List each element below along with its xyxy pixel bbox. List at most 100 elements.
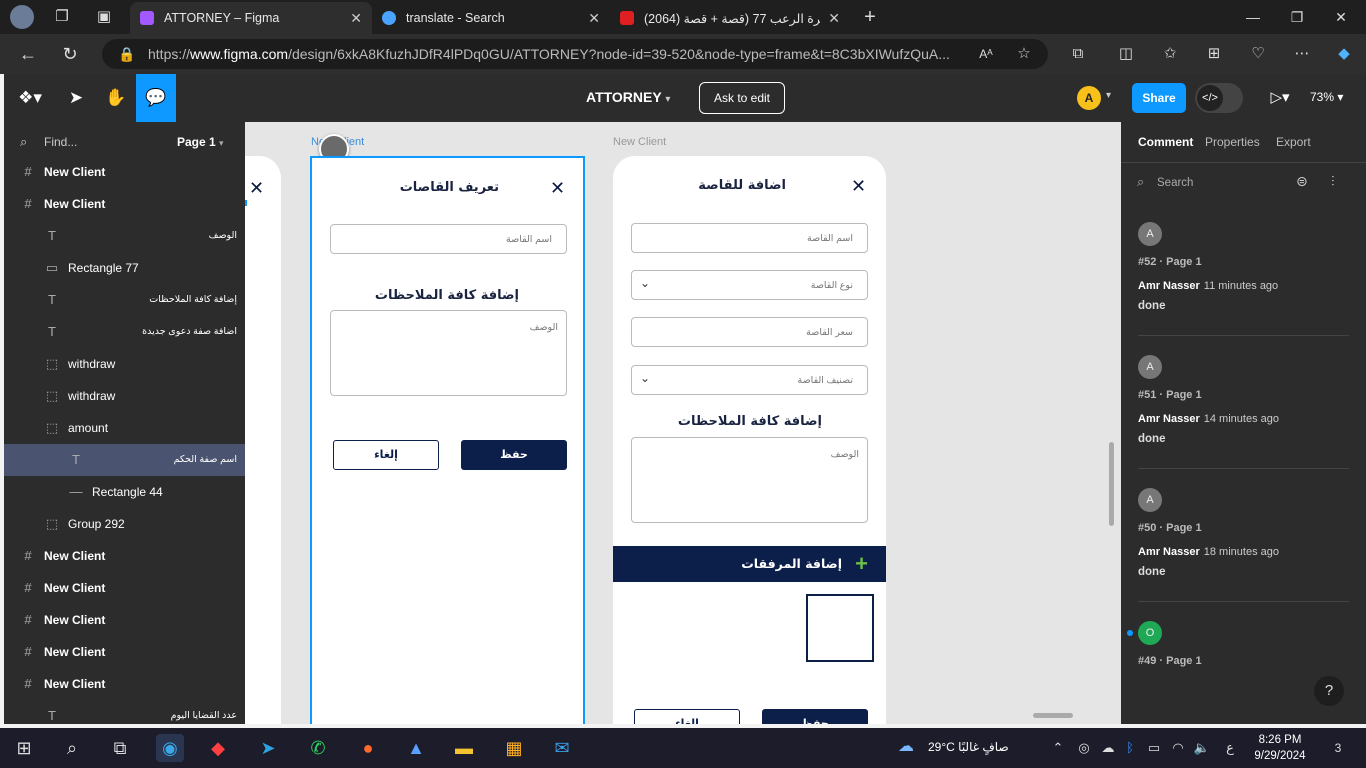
layer-row[interactable]: ⬚ Group 292 bbox=[4, 508, 245, 540]
layer-row[interactable]: # New Client bbox=[4, 572, 245, 604]
tab-export[interactable]: Export bbox=[1276, 135, 1311, 149]
layer-row[interactable]: # New Client bbox=[4, 636, 245, 668]
volume-icon[interactable]: 🔈 bbox=[1188, 734, 1216, 762]
page-selector[interactable]: Page 1 ▾ bbox=[177, 135, 224, 149]
split-screen-icon[interactable]: ◫ bbox=[1114, 42, 1138, 66]
read-aloud-icon[interactable]: Aᴬ bbox=[974, 42, 998, 66]
copilot-icon[interactable]: ◆ bbox=[1332, 42, 1356, 66]
layer-row[interactable]: # New Client bbox=[4, 540, 245, 572]
collections-icon[interactable]: ⊞ bbox=[1202, 42, 1226, 66]
design-canvas[interactable]: ✕ New Client New Client تعريف القاصات ✕ … bbox=[245, 122, 1121, 724]
share-button[interactable]: Share bbox=[1132, 83, 1186, 113]
weather-widget[interactable]: 29°C صافٍ غالبًا bbox=[928, 740, 1009, 754]
layer-row[interactable]: T إضافة كافة الملاحظات bbox=[4, 284, 245, 316]
android-studio-icon[interactable]: ▲ bbox=[402, 734, 430, 762]
horizontal-scrollbar[interactable] bbox=[1033, 713, 1073, 718]
layer-row[interactable]: T الوصف bbox=[4, 220, 245, 252]
figma-menu-icon[interactable]: ❖▾ bbox=[10, 74, 50, 122]
store-icon[interactable]: ▦ bbox=[500, 734, 528, 762]
telegram-icon[interactable]: ➤ bbox=[254, 734, 282, 762]
safe-type-select[interactable]: نوع القاصة ⌄ bbox=[631, 270, 868, 300]
lock-icon[interactable]: 🔒 bbox=[118, 39, 135, 69]
comment-tool-icon[interactable]: 💬 bbox=[136, 74, 176, 122]
tab-comment[interactable]: Comment bbox=[1138, 135, 1193, 149]
settings-sliders-icon[interactable]: ⫶ bbox=[1331, 173, 1335, 190]
tab-youtube[interactable]: (2064) سهرة الرعب 77 (قصة + قصة ✕ bbox=[610, 2, 850, 34]
zoom-level[interactable]: 73% ▾ bbox=[1310, 90, 1343, 104]
tab-properties[interactable]: Properties bbox=[1205, 135, 1260, 149]
safe-price-input[interactable]: سعر القاصة bbox=[631, 317, 868, 347]
more-menu-icon[interactable]: ⋯ bbox=[1290, 42, 1314, 66]
tab-translate[interactable]: translate - Search ✕ bbox=[372, 2, 610, 34]
close-icon[interactable]: ✕ bbox=[550, 178, 565, 199]
favorites-icon[interactable]: ✩ bbox=[1158, 42, 1182, 66]
partial-frame[interactable]: ✕ bbox=[245, 156, 281, 724]
file-explorer-icon[interactable]: ▬ bbox=[450, 734, 478, 762]
layer-row[interactable]: # New Client bbox=[4, 668, 245, 700]
tab-figma[interactable]: ATTORNEY – Figma ✕ bbox=[130, 2, 372, 34]
close-tab-icon[interactable]: ✕ bbox=[828, 10, 840, 27]
workspaces-icon[interactable]: ❐ bbox=[52, 7, 72, 27]
help-button[interactable]: ? bbox=[1314, 676, 1344, 706]
layer-row[interactable]: # New Client bbox=[4, 156, 245, 188]
edge-browser-icon[interactable]: ◉ bbox=[156, 734, 184, 762]
layer-row[interactable]: T اضافة صفة دعوى جديدة bbox=[4, 316, 245, 348]
layer-row[interactable]: # New Client bbox=[4, 188, 245, 220]
chevron-down-icon[interactable]: ▾ bbox=[1106, 90, 1111, 101]
close-window-button[interactable]: ✕ bbox=[1318, 0, 1364, 34]
add-plus-icon[interactable]: + bbox=[855, 551, 868, 577]
layer-row[interactable]: T اسم صفة الحكم bbox=[4, 444, 245, 476]
document-title[interactable]: ATTORNEY ▾ bbox=[586, 89, 670, 105]
show-hidden-icons[interactable]: ⌃ bbox=[1044, 734, 1072, 762]
safe-category-select[interactable]: تصنيف القاصة ⌄ bbox=[631, 365, 868, 395]
close-tab-icon[interactable]: ✕ bbox=[350, 10, 362, 27]
mail-icon[interactable]: ✉ bbox=[548, 734, 576, 762]
windows-start-icon[interactable]: ⊞ bbox=[10, 734, 38, 762]
frame-define-safes[interactable]: تعريف القاصات ✕ اسم القاصة إضافة كافة ال… bbox=[310, 156, 585, 724]
notifications-icon[interactable]: 3 bbox=[1324, 734, 1352, 762]
close-tab-icon[interactable]: ✕ bbox=[588, 10, 600, 27]
performance-icon[interactable]: ♡ bbox=[1246, 42, 1270, 66]
refresh-icon[interactable]: ↻ bbox=[58, 42, 82, 66]
layer-row[interactable]: ⬚ withdraw bbox=[4, 380, 245, 412]
attachment-slot[interactable] bbox=[806, 594, 874, 662]
task-view-icon[interactable]: ⧉ bbox=[106, 734, 134, 762]
vertical-scrollbar[interactable] bbox=[1109, 442, 1114, 526]
anydesk-icon[interactable]: ◆ bbox=[204, 734, 232, 762]
frame-add-safe[interactable]: اضافة للقاصة ✕ اسم القاصة نوع القاصة ⌄ س… bbox=[613, 156, 886, 724]
extensions-icon[interactable]: ⧉ bbox=[1066, 42, 1090, 66]
hand-tool-icon[interactable]: ✋ bbox=[96, 74, 136, 122]
save-button[interactable]: حفظ bbox=[762, 709, 868, 724]
whatsapp-icon[interactable]: ✆ bbox=[304, 734, 332, 762]
description-textarea[interactable]: الوصف bbox=[631, 437, 868, 523]
postman-icon[interactable]: ● bbox=[354, 734, 382, 762]
description-textarea[interactable]: الوصف bbox=[330, 310, 567, 396]
system-clock[interactable]: 8:26 PM 9/29/2024 bbox=[1248, 732, 1312, 764]
back-icon[interactable]: ← bbox=[16, 42, 40, 66]
url-field[interactable]: 🔒 https://www.figma.com/design/6xkA8Kfuz… bbox=[102, 39, 1048, 69]
cancel-button[interactable]: إلغاء bbox=[333, 440, 439, 470]
profile-avatar[interactable] bbox=[10, 5, 34, 29]
tab-actions-icon[interactable]: ▣ bbox=[94, 7, 114, 27]
favorite-star-icon[interactable]: ☆ bbox=[1012, 42, 1036, 66]
layer-row[interactable]: T عدد القضايا اليوم bbox=[4, 700, 245, 724]
layer-row[interactable]: ▭ Rectangle 77 bbox=[4, 252, 245, 284]
new-tab-button[interactable]: + bbox=[860, 7, 880, 27]
filter-icon[interactable]: ⊜ bbox=[1296, 173, 1308, 190]
user-avatar[interactable]: A bbox=[1077, 86, 1101, 110]
close-icon[interactable]: ✕ bbox=[851, 176, 866, 197]
attachments-bar[interactable]: إضافة المرفقات + bbox=[613, 546, 886, 582]
save-button[interactable]: حفظ bbox=[461, 440, 567, 470]
layer-row[interactable]: # New Client bbox=[4, 604, 245, 636]
cancel-button[interactable]: إلغاء bbox=[634, 709, 740, 724]
move-tool-icon[interactable]: ➤ bbox=[56, 74, 96, 122]
dev-mode-toggle[interactable]: </> bbox=[1195, 83, 1243, 113]
safe-name-input[interactable]: اسم القاصة bbox=[330, 224, 567, 254]
frame-label[interactable]: New Client bbox=[613, 136, 666, 148]
safe-name-input[interactable]: اسم القاصة bbox=[631, 223, 868, 253]
layer-row[interactable]: — Rectangle 44 bbox=[4, 476, 245, 508]
restore-button[interactable]: ❐ bbox=[1274, 0, 1320, 34]
minimize-button[interactable]: — bbox=[1230, 0, 1276, 34]
input-language[interactable]: ع bbox=[1216, 734, 1244, 762]
layer-row[interactable]: ⬚ withdraw bbox=[4, 348, 245, 380]
